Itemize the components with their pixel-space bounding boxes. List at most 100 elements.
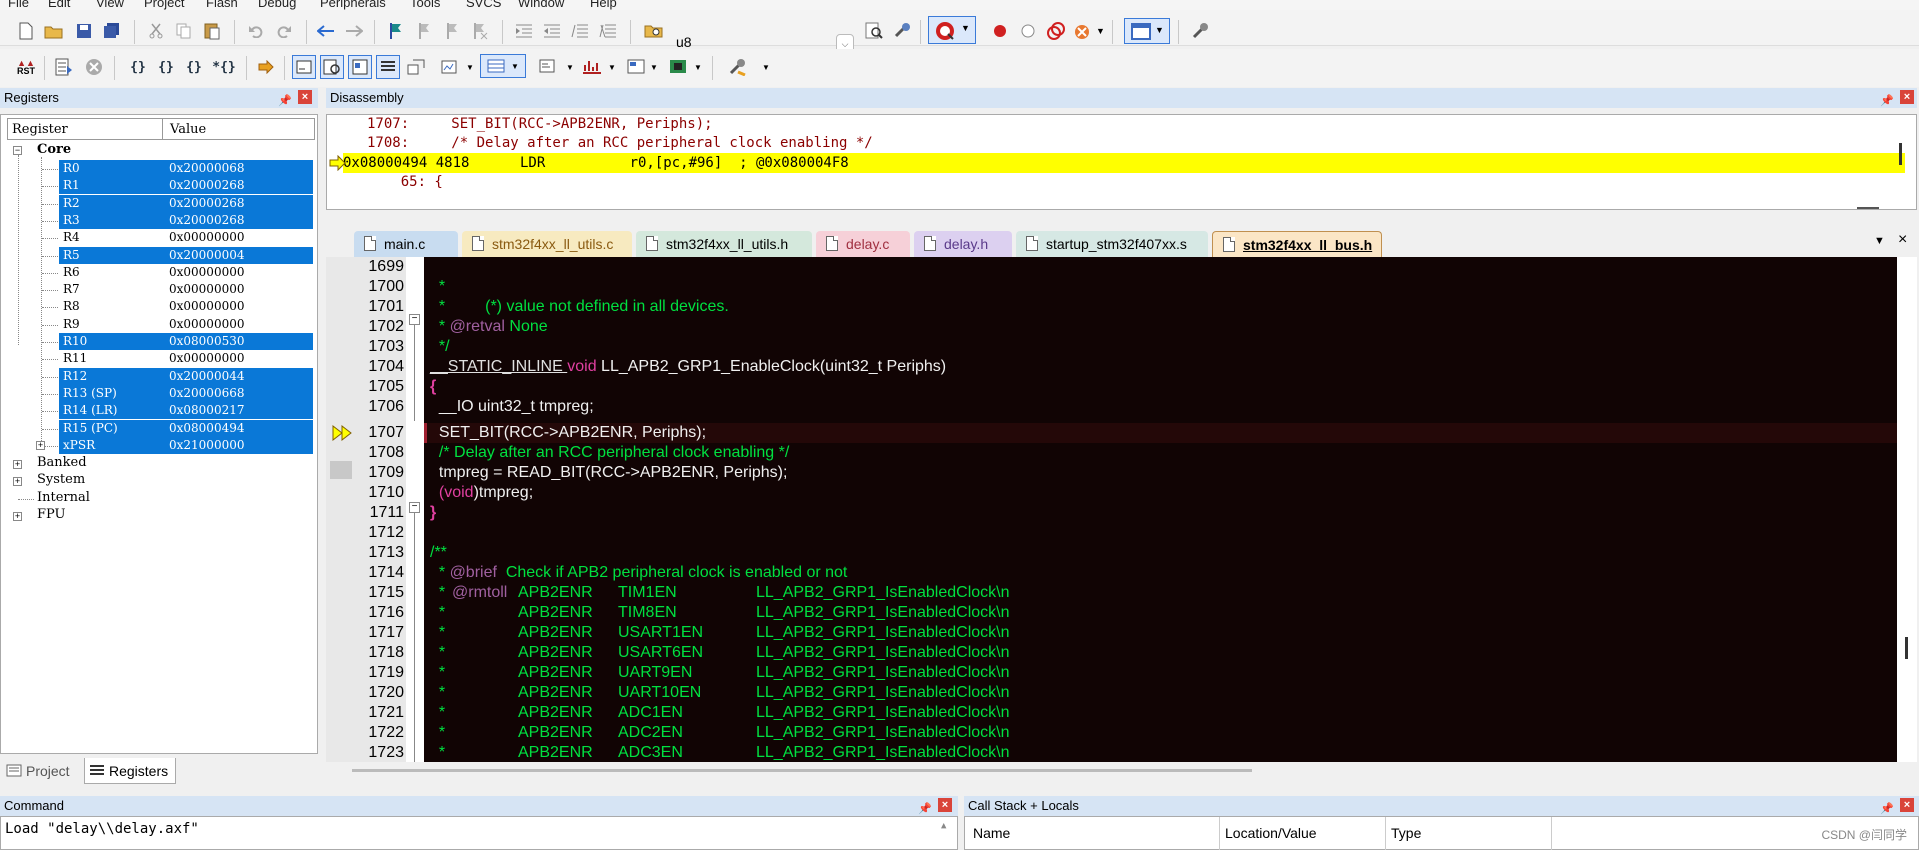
tab-list-chevron-icon[interactable]: ▼	[1874, 235, 1885, 247]
save-icon[interactable]	[72, 19, 96, 43]
command-output[interactable]: Load "delay\\delay.axf" ▲	[0, 816, 958, 850]
register-value[interactable]: 0x08000494	[169, 420, 244, 437]
show-next-statement-icon[interactable]	[254, 55, 278, 79]
tab-ll-bus-h[interactable]: stm32f4xx_ll_bus.h	[1212, 231, 1382, 257]
tab-registers[interactable]: Registers	[84, 758, 176, 784]
menu-flash[interactable]: Flash	[206, 0, 238, 10]
register-row[interactable]: R11 0x00000000	[59, 350, 313, 367]
disasm-scrollbar-thumb[interactable]	[1899, 143, 1902, 165]
fold-toggle-icon[interactable]: −	[409, 314, 420, 325]
disasm-source-line[interactable]: 65: {	[367, 173, 443, 192]
step-out-icon[interactable]: {}	[182, 55, 206, 79]
serial-window-icon[interactable]	[536, 55, 560, 79]
editor-horizontal-scrollbar[interactable]	[326, 762, 1917, 778]
configure-icon[interactable]	[1188, 19, 1212, 43]
menu-svcs[interactable]: SVCS	[466, 0, 501, 10]
register-row[interactable]: R0 0x20000068	[59, 160, 313, 177]
register-row[interactable]: R7 0x00000000	[59, 281, 313, 298]
prev-bookmark-icon[interactable]	[412, 19, 436, 43]
expand-fpu-icon[interactable]: +	[13, 512, 22, 521]
paste-icon[interactable]	[200, 19, 224, 43]
kill-breakpoints-icon[interactable]	[1072, 19, 1096, 43]
register-value[interactable]: 0x20000068	[169, 160, 244, 177]
bookmark-icon[interactable]	[384, 19, 408, 43]
chevron-down-icon[interactable]: ▼	[566, 63, 574, 72]
step-into-icon[interactable]: {}	[126, 55, 150, 79]
close-icon[interactable]: ×	[298, 90, 312, 104]
column-name[interactable]: Name	[973, 825, 1010, 841]
scroll-up-icon[interactable]: ▲	[941, 821, 946, 831]
menu-view[interactable]: View	[96, 0, 124, 10]
cut-icon[interactable]	[144, 19, 168, 43]
watch-window-icon[interactable]	[438, 55, 462, 79]
navigate-forward-icon[interactable]	[342, 19, 366, 43]
stop-icon[interactable]	[82, 55, 106, 79]
disasm-source-line[interactable]: 1708: /* Delay after an RCC peripheral c…	[367, 134, 873, 153]
code-line[interactable]: __IO uint32_t tmpreg;	[430, 397, 594, 417]
expand-xpsr-icon[interactable]: +	[36, 441, 45, 450]
pin-icon[interactable]: 📌	[1880, 91, 1894, 111]
close-icon[interactable]: ×	[1898, 231, 1907, 249]
code-line[interactable]: */	[430, 337, 450, 357]
close-icon[interactable]: ×	[1900, 798, 1914, 812]
redo-icon[interactable]	[272, 19, 296, 43]
chevron-down-icon[interactable]: ▼	[650, 63, 658, 72]
indent-icon[interactable]	[512, 19, 536, 43]
register-row[interactable]: R15 (PC) 0x08000494	[59, 419, 313, 437]
close-icon[interactable]: ×	[1900, 90, 1914, 104]
disasm-source-line[interactable]: 1707: SET_BIT(RCC->APB2ENR, Periphs);	[367, 115, 713, 134]
code-line[interactable]: *	[430, 277, 445, 297]
scrollbar-thumb[interactable]	[1905, 637, 1908, 659]
register-value[interactable]: 0x20000044	[169, 368, 244, 385]
code-line[interactable]: (void)tmpreg;	[430, 483, 533, 503]
group-system[interactable]: System	[37, 472, 85, 487]
register-value[interactable]: 0x20000268	[169, 195, 244, 212]
register-row[interactable]: R1 0x20000268	[59, 177, 313, 195]
code-line[interactable]: * (*) value not defined in all devices.	[430, 297, 729, 317]
new-file-icon[interactable]	[14, 19, 38, 43]
tab-startup-s[interactable]: startup_stm32f407xx.s	[1016, 231, 1208, 257]
uncomment-icon[interactable]	[596, 19, 620, 43]
close-icon[interactable]: ×	[938, 798, 952, 812]
register-value[interactable]: 0x08000530	[169, 333, 244, 350]
register-row[interactable]: R3 0x20000268	[59, 211, 313, 229]
find-in-files-icon[interactable]	[642, 19, 666, 43]
column-divider[interactable]	[1219, 817, 1220, 850]
column-type[interactable]: Type	[1391, 825, 1421, 841]
menu-window[interactable]: Window	[518, 0, 564, 10]
column-location-value[interactable]: Location/Value	[1225, 825, 1317, 841]
register-value[interactable]: 0x00000000	[169, 316, 244, 333]
reset-cpu-icon[interactable]: ▲▲ RST	[14, 55, 38, 79]
register-value[interactable]: 0x20000268	[169, 177, 244, 194]
column-divider[interactable]	[1385, 817, 1386, 850]
code-line[interactable]: /* Delay after an RCC peripheral clock e…	[430, 443, 789, 463]
run-icon[interactable]	[52, 55, 76, 79]
run-to-cursor-icon[interactable]: *{}	[212, 55, 236, 79]
expand-system-icon[interactable]: +	[13, 477, 22, 486]
code-line[interactable]: /**	[430, 543, 447, 563]
step-over-icon[interactable]: {}	[154, 55, 178, 79]
group-internal[interactable]: Internal	[37, 490, 90, 505]
register-row[interactable]: xPSR 0x21000000	[59, 436, 313, 454]
comment-icon[interactable]	[568, 19, 592, 43]
chevron-down-icon[interactable]: ▼	[694, 63, 702, 72]
code-line[interactable]: tmpreg = READ_BIT(RCC->APB2ENR, Periphs)…	[430, 463, 788, 483]
collapse-core-icon[interactable]: −	[13, 146, 22, 155]
editor-vertical-scrollbar[interactable]	[1897, 257, 1917, 762]
register-value[interactable]: 0x00000000	[169, 350, 244, 367]
register-value[interactable]: 0x08000217	[169, 402, 244, 419]
register-value[interactable]: 0x00000000	[169, 229, 244, 246]
chevron-down-icon[interactable]: ▼	[608, 63, 616, 72]
breakpoint-gutter[interactable]	[326, 257, 356, 762]
code-line[interactable]: {	[430, 377, 436, 397]
chevron-down-icon[interactable]: ▼	[961, 23, 970, 33]
menu-project[interactable]: Project	[144, 0, 184, 10]
chevron-down-icon[interactable]: ▼	[466, 63, 474, 72]
undo-icon[interactable]	[244, 19, 268, 43]
code-editor[interactable]: − − 1699 1700 1701 1702 1703 1704 1705 1706 1707…	[326, 257, 1917, 762]
register-value[interactable]: 0x20000268	[169, 212, 244, 229]
menu-peripherals[interactable]: Peripherals	[320, 0, 386, 10]
register-row[interactable]: R9 0x00000000	[59, 316, 313, 333]
disable-breakpoint-icon[interactable]	[1016, 19, 1040, 43]
window-layout-button[interactable]: ▼	[1124, 18, 1170, 44]
